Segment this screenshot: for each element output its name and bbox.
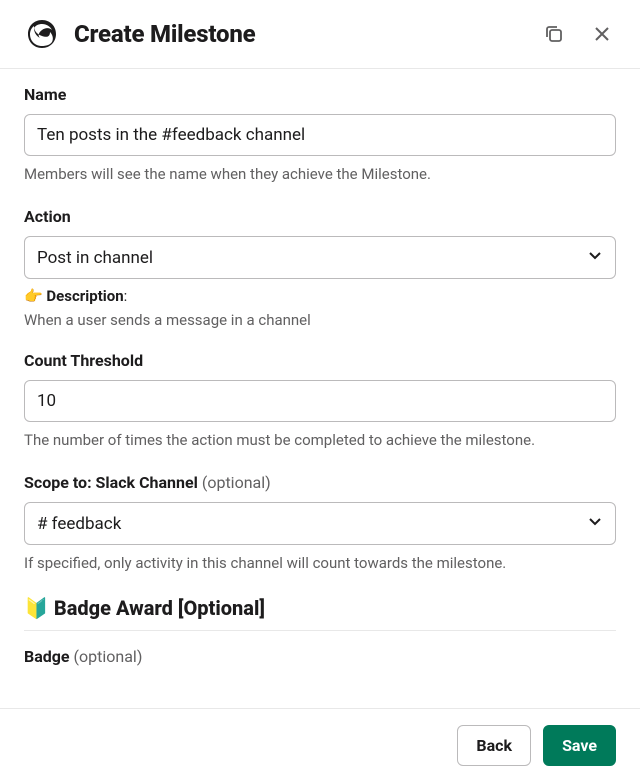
threshold-help: The number of times the action must be c… [24, 430, 616, 451]
badge-section-title: Badge Award [Optional] [54, 596, 265, 620]
scope-field: Scope to: Slack Channel (optional) # fee… [24, 473, 616, 574]
badge-field: Badge (optional) [24, 647, 616, 666]
action-value: Post in channel [37, 248, 153, 268]
badge-label: Badge (optional) [24, 647, 616, 666]
threshold-input[interactable] [24, 380, 616, 422]
name-field: Name Members will see the name when they… [24, 85, 616, 185]
name-help: Members will see the name when they achi… [24, 164, 616, 185]
modal-title: Create Milestone [74, 20, 526, 48]
save-button[interactable]: Save [543, 725, 616, 766]
app-logo [24, 16, 60, 52]
action-label: Action [24, 207, 616, 226]
threshold-label: Count Threshold [24, 351, 616, 370]
badge-section-header: 🔰 Badge Award [Optional] [24, 596, 616, 631]
modal-content: Name Members will see the name when they… [0, 69, 640, 699]
scope-select[interactable]: # feedback [24, 502, 616, 545]
scope-help: If specified, only activity in this chan… [24, 553, 616, 574]
action-select[interactable]: Post in channel [24, 236, 616, 279]
chevron-down-icon [587, 247, 603, 268]
header-actions [540, 20, 616, 48]
modal-header: Create Milestone [0, 0, 640, 69]
action-description-line: 👉 Description: [24, 287, 616, 305]
close-icon[interactable] [588, 20, 616, 48]
action-desc-text: When a user sends a message in a channel [24, 311, 616, 329]
threshold-field: Count Threshold The number of times the … [24, 351, 616, 451]
badge-label-optional: (optional) [74, 647, 143, 666]
name-input[interactable] [24, 114, 616, 156]
badge-emoji: 🔰 [24, 596, 49, 620]
action-field: Action Post in channel 👉 Description: Wh… [24, 207, 616, 329]
pointing-emoji: 👉 [24, 287, 43, 305]
back-button[interactable]: Back [457, 725, 531, 766]
scope-value: # feedback [37, 514, 121, 534]
modal-footer: Back Save [0, 708, 640, 782]
scope-label-main: Scope to: Slack Channel [24, 473, 198, 492]
copy-icon[interactable] [540, 20, 568, 48]
action-desc-label: Description [46, 287, 123, 305]
chevron-down-icon [587, 513, 603, 534]
scope-label-optional: (optional) [202, 473, 271, 492]
scope-label: Scope to: Slack Channel (optional) [24, 473, 616, 492]
name-label: Name [24, 85, 616, 104]
badge-label-main: Badge [24, 647, 70, 666]
